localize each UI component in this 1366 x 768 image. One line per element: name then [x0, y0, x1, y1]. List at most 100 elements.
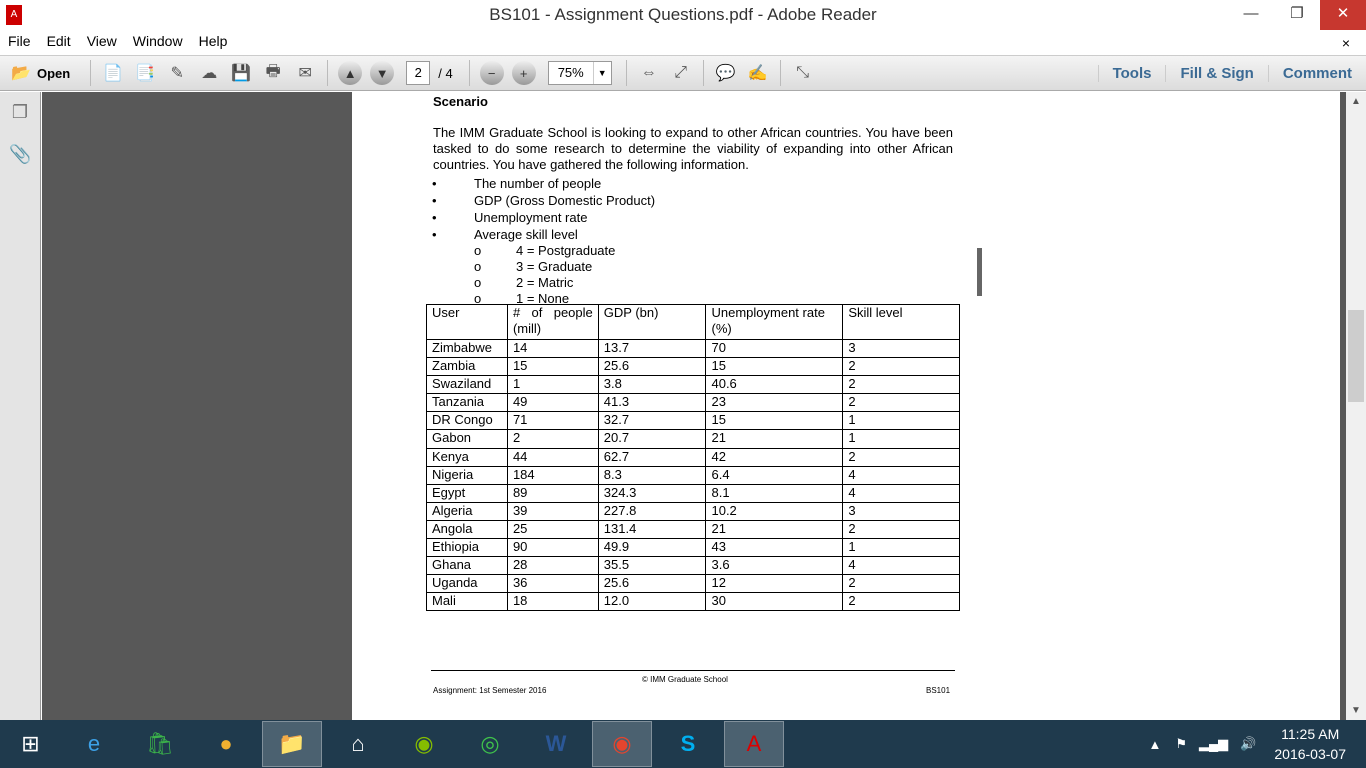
full-screen-icon[interactable]: ⤡ [790, 60, 816, 86]
clock-time: 11:25 AM [1281, 726, 1340, 742]
edit-pdf-icon[interactable]: 📑 [132, 60, 158, 86]
table-cell: 3 [842, 501, 960, 521]
zoom-in-button[interactable]: + [511, 61, 536, 85]
vertical-scrollbar[interactable]: ▲ ▼ [1346, 92, 1366, 720]
table-cell: 4 [842, 483, 960, 503]
skype-icon[interactable]: S [658, 721, 718, 767]
table-cell: 1 [506, 375, 599, 395]
cloud-upload-icon[interactable]: ☁ [196, 60, 222, 86]
fit-width-icon[interactable]: ⇔ [636, 60, 662, 86]
table-cell: Tanzania [426, 393, 508, 413]
previous-page-button[interactable]: ▲ [338, 61, 363, 85]
table-cell: 32.7 [597, 411, 707, 431]
table-cell: Zambia [426, 357, 508, 377]
table-cell: 12.0 [597, 592, 707, 612]
chrome-icon[interactable]: ◉ [592, 721, 652, 767]
fit-page-icon[interactable]: ⤢ [668, 60, 694, 86]
fill-sign-button[interactable]: Fill & Sign [1165, 64, 1267, 82]
adobe-reader-taskbar-icon[interactable]: A [724, 721, 784, 767]
save-icon[interactable]: 💾 [228, 60, 254, 86]
spotify-icon[interactable]: ◉ [394, 721, 454, 767]
whatsapp-icon[interactable]: ◎ [460, 721, 520, 767]
sub-bullet-item: o2 = Matric [474, 275, 574, 290]
table-cell: 71 [506, 411, 599, 431]
page-number-input[interactable]: 2 [406, 61, 431, 85]
table-cell: 21 [705, 519, 844, 540]
menu-edit[interactable]: Edit [39, 30, 79, 54]
sign-icon[interactable]: ✎ [164, 60, 190, 86]
taskbar: ⊞ e 🛍 ● 📁 ⌂ ◉ ◎ W ◉ S A ▲ ⚑ ▂▄▆ 🔊 11:25 … [0, 720, 1366, 768]
table-cell: Kenya [426, 447, 508, 467]
highlight-text-icon[interactable]: ✍ [745, 60, 771, 86]
word-icon[interactable]: W [526, 721, 586, 767]
clock[interactable]: 11:25 AM 2016-03-07 [1274, 724, 1346, 764]
page-thumbnails-icon[interactable]: ❐ [9, 102, 31, 124]
table-cell: 10.2 [705, 501, 844, 521]
table-row: Uganda 36 25.6 12 2 [426, 574, 960, 594]
window-title: BS101 - Assignment Questions.pdf - Adobe… [489, 5, 877, 24]
table-cell: 1 [842, 429, 960, 449]
windows-start-icon[interactable]: ⊞ [3, 721, 58, 767]
page-total: / 4 [438, 65, 453, 81]
zoom-select[interactable]: 75% ▼ [547, 61, 612, 85]
zoom-out-button[interactable]: − [479, 61, 504, 85]
app-icon[interactable]: ● [196, 721, 256, 767]
close-button[interactable]: ✕ [1320, 0, 1366, 30]
menu-window[interactable]: Window [125, 30, 191, 54]
menu-file[interactable]: File [0, 30, 39, 54]
minimize-button[interactable]: — [1228, 0, 1274, 30]
table-cell: 8.1 [705, 483, 844, 503]
volume-icon[interactable]: 🔊 [1240, 736, 1256, 752]
home-icon[interactable]: ⌂ [328, 721, 388, 767]
menu-view[interactable]: View [79, 30, 125, 54]
chevron-down-icon[interactable]: ▼ [592, 62, 611, 84]
table-cell: 21 [705, 429, 844, 449]
column-header: Unemployment rate (%) [705, 304, 844, 340]
folder-icon[interactable]: 📂 [8, 60, 34, 86]
table-cell: 14 [506, 338, 599, 359]
table-cell: 227.8 [597, 501, 707, 521]
email-icon[interactable]: ✉ [292, 60, 318, 86]
close-document-button[interactable]: × [1334, 32, 1358, 54]
table-cell: 2 [842, 574, 960, 594]
table-cell: 2 [842, 393, 960, 413]
tools-button[interactable]: Tools [1097, 64, 1166, 82]
table-cell: 36 [506, 574, 599, 594]
sub-bullet-item: o4 = Postgraduate [474, 243, 616, 258]
bullet-item: • Average skill level [432, 227, 578, 242]
table-cell: Ghana [426, 556, 508, 576]
divider [468, 60, 470, 86]
action-center-icon[interactable]: ⚑ [1175, 736, 1187, 752]
open-button[interactable]: Open [37, 66, 70, 81]
show-hidden-icons[interactable]: ▲ [1148, 737, 1161, 752]
table-cell: 1 [842, 411, 960, 431]
table-row: Algeria 39 227.8 10.2 3 [426, 501, 960, 521]
table-cell: 39 [506, 501, 599, 521]
store-icon[interactable]: 🛍 [130, 721, 190, 767]
scroll-down-icon[interactable]: ▼ [1346, 705, 1366, 716]
table-cell: Nigeria [426, 465, 508, 485]
table-cell: 2 [842, 592, 960, 612]
print-icon[interactable]: 🖶 [260, 60, 286, 86]
comment-button[interactable]: Comment [1267, 64, 1366, 82]
internet-explorer-icon[interactable]: e [64, 721, 124, 767]
network-icon[interactable]: ▂▄▆ [1199, 736, 1228, 752]
sub-bullet-item: o3 = Graduate [474, 259, 593, 274]
table-cell: 42 [705, 447, 844, 467]
table-row: Ethiopia 90 49.9 43 1 [426, 538, 960, 558]
scrollbar-thumb[interactable] [1348, 310, 1364, 402]
table-cell: 3 [842, 338, 960, 359]
table-cell: Swaziland [426, 375, 508, 395]
next-page-button[interactable]: ▼ [370, 61, 395, 85]
table-row: Egypt 89 324.3 8.1 4 [426, 483, 960, 503]
table-cell: 35.5 [597, 556, 707, 576]
section-heading: Scenario [433, 94, 488, 109]
menu-help[interactable]: Help [191, 30, 236, 54]
sticky-note-icon[interactable]: 💬 [713, 60, 739, 86]
maximize-button[interactable]: ❐ [1274, 0, 1320, 30]
attachments-icon[interactable]: 📎 [9, 144, 31, 166]
create-pdf-icon[interactable]: 📄 [100, 60, 126, 86]
scroll-up-icon[interactable]: ▲ [1346, 96, 1366, 107]
file-explorer-icon[interactable]: 📁 [262, 721, 322, 767]
table-cell: 89 [506, 483, 599, 503]
